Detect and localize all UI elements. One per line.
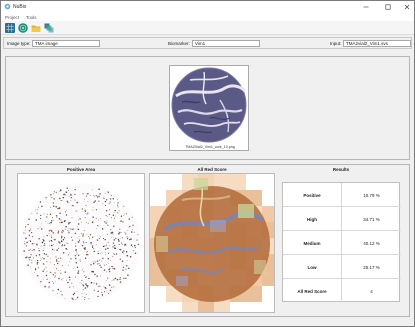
toolbar	[1, 21, 414, 35]
maximize-icon	[385, 4, 391, 10]
positive-area-image[interactable]	[17, 173, 145, 313]
result-label: All Red Score	[283, 279, 342, 303]
result-value: 40.12 %	[363, 240, 380, 246]
target-tool-button[interactable]	[18, 22, 28, 33]
result-label: High	[283, 207, 342, 231]
window-title: NuBis	[13, 4, 27, 10]
results-row: Positive 10.79 %	[283, 183, 401, 207]
grid-icon	[5, 22, 15, 33]
target-icon	[18, 22, 28, 33]
title-bar: NuBis	[1, 1, 414, 13]
positive-area-title: Positive Area	[66, 167, 96, 172]
folder-icon	[31, 25, 41, 32]
close-button[interactable]	[400, 2, 413, 11]
app-window: NuBis Project Tools Image type: TMA imag…	[0, 0, 415, 327]
results-row: Medium 40.12 %	[283, 231, 401, 255]
result-value: 4	[370, 288, 373, 294]
image-type-label: Image type:	[7, 41, 31, 46]
result-value: 34.71 %	[363, 216, 380, 222]
thumbnail-caption: TMA2Vial2_Vim1_core_10.png	[185, 145, 235, 149]
app-icon	[4, 3, 11, 10]
layers-tool-button[interactable]	[44, 23, 54, 33]
minimize-button[interactable]	[359, 2, 372, 11]
tissue-core-image	[170, 66, 248, 144]
results-row: Low 25.17 %	[283, 255, 401, 279]
results-table: Positive 10.79 % High 34.71 % Medium 40.…	[282, 182, 401, 303]
image-type-field[interactable]: TMA image	[32, 40, 100, 47]
biomarker-field[interactable]: Vim1	[192, 40, 260, 47]
menu-project[interactable]: Project	[1, 13, 22, 21]
open-folder-button[interactable]	[31, 23, 41, 33]
result-value: 25.17 %	[363, 264, 380, 270]
results-row: High 34.71 %	[283, 207, 401, 231]
result-label: Medium	[283, 231, 342, 255]
biomarker-label: Biomarker:	[168, 41, 190, 46]
result-label: Low	[283, 255, 342, 279]
close-icon	[404, 4, 409, 9]
parameters-row: Image type: TMA image Biomarker: Vim1 In…	[3, 37, 412, 49]
results-title: Results	[332, 167, 350, 172]
minimize-icon	[363, 6, 368, 7]
maximize-button[interactable]	[381, 2, 394, 11]
all-red-score-image[interactable]	[149, 173, 278, 318]
input-file-field[interactable]: TMA2vial2_Vim1.svs	[343, 40, 411, 47]
menu-bar: Project Tools	[1, 13, 414, 21]
results-row: All Red Score 4	[283, 279, 401, 303]
result-value: 10.79 %	[363, 192, 380, 198]
all-red-score-title: All Red Score	[197, 167, 227, 172]
menu-tools[interactable]: Tools	[22, 13, 40, 21]
positive-area-map	[18, 174, 144, 312]
all-red-score-map	[150, 174, 278, 318]
grid-tool-button[interactable]	[5, 22, 15, 33]
layers-icon	[44, 23, 54, 32]
input-label: Input:	[330, 41, 342, 46]
core-thumbnail[interactable]: TMA2Vial2_Vim1_core_10.png	[169, 65, 249, 151]
result-label: Positive	[283, 183, 342, 207]
